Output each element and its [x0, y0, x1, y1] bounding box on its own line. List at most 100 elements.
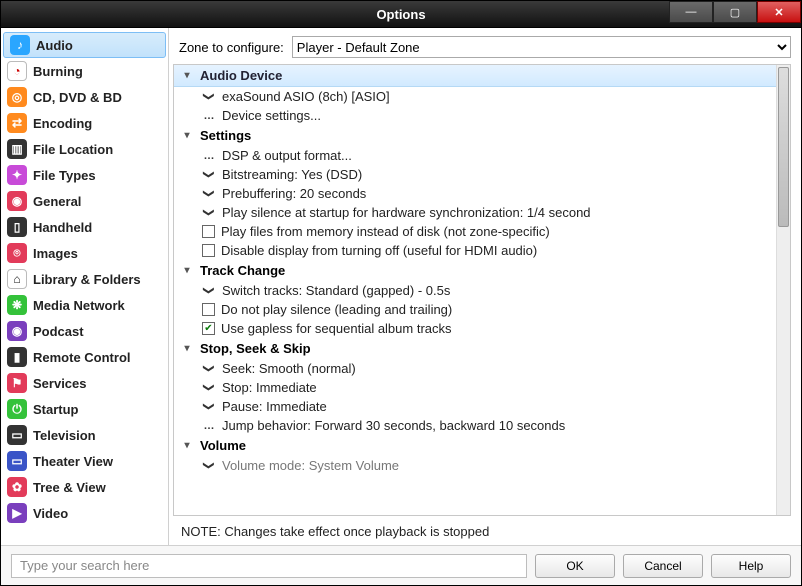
sidebar-item-label: General — [33, 194, 81, 209]
options-frame: ♪Audio◔Burning◎CD, DVD & BD ⇄ Encoding ▥ Fil… — [0, 28, 802, 586]
sidebar-item-general[interactable]: ◉ General — [1, 188, 168, 214]
sidebar-icon: ⌾ — [7, 243, 27, 263]
section-header[interactable]: ▾Track Change — [174, 260, 776, 281]
zone-label: Zone to configure: — [179, 40, 284, 55]
sidebar-item-library-folders[interactable]: ⌂Library & Folders — [1, 266, 168, 292]
checkbox[interactable]: ✔ — [202, 322, 215, 335]
ellipsis-icon: … — [202, 110, 216, 122]
search-input[interactable]: Type your search here — [11, 554, 527, 578]
help-button[interactable]: Help — [711, 554, 791, 578]
section-header[interactable]: ▾Volume — [174, 435, 776, 456]
sidebar-item-label: Tree & View — [33, 480, 106, 495]
setting-row[interactable]: ❯ Play silence at startup for hardware sy… — [174, 203, 776, 222]
maximize-button[interactable]: ▢ — [713, 1, 757, 23]
sidebar-icon: ◉ — [7, 321, 27, 341]
chevron-down-icon: ❯ — [203, 206, 216, 220]
sidebar-item-podcast[interactable]: ◉ Podcast — [1, 318, 168, 344]
setting-row[interactable]: ❯Seek: Smooth (normal) — [174, 359, 776, 378]
footer-note: NOTE: Changes take effect once playback … — [169, 520, 801, 545]
sidebar-item-label: Podcast — [33, 324, 84, 339]
setting-label: Stop: Immediate — [222, 380, 317, 395]
chevron-down-icon: ❯ — [203, 187, 216, 201]
checkbox[interactable] — [202, 303, 215, 316]
search-placeholder: Type your search here — [20, 558, 149, 573]
sidebar-icon: ◔ — [7, 61, 27, 81]
setting-row[interactable]: ❯ exaSound ASIO (8ch) [ASIO] — [174, 87, 776, 106]
section-title: Audio Device — [200, 68, 282, 83]
setting-row[interactable]: ❯Stop: Immediate — [174, 378, 776, 397]
close-button[interactable]: ✕ — [757, 1, 801, 23]
chevron-down-icon: ▾ — [180, 70, 194, 81]
setting-label: Play files from memory instead of disk (… — [221, 224, 550, 239]
setting-label: DSP & output format... — [222, 148, 352, 163]
section-title: Volume — [200, 438, 246, 453]
chevron-down-icon: ❯ — [203, 90, 216, 104]
setting-row[interactable]: ❯Switch tracks: Standard (gapped) - 0.5s — [174, 281, 776, 300]
sidebar-item-file-location[interactable]: ▥ File Location — [1, 136, 168, 162]
settings-tree[interactable]: ▾ Audio Device ❯ exaSound ASIO (8ch) [ASIO]… — [174, 65, 776, 515]
setting-row[interactable]: Disable display from turning off (useful… — [174, 241, 776, 260]
chevron-down-icon: ❯ — [203, 459, 216, 473]
sidebar-item-file-types[interactable]: ✦ File Types — [1, 162, 168, 188]
sidebar-item-audio[interactable]: ♪Audio — [3, 32, 166, 58]
sidebar-item-label: Audio — [36, 38, 73, 53]
sidebar-item-images[interactable]: ⌾Images — [1, 240, 168, 266]
sidebar-item-theater-view[interactable]: ▭Theater View — [1, 448, 168, 474]
setting-row[interactable]: …DSP & output format... — [174, 146, 776, 165]
sidebar-item-burning[interactable]: ◔Burning — [1, 58, 168, 84]
sidebar-icon: ▥ — [7, 139, 27, 159]
chevron-down-icon: ▾ — [180, 343, 194, 354]
minimize-button[interactable]: — — [669, 1, 713, 23]
sidebar-item-startup[interactable]: ⏻Startup — [1, 396, 168, 422]
ok-button[interactable]: OK — [535, 554, 615, 578]
setting-label: Seek: Smooth (normal) — [222, 361, 356, 376]
section-header[interactable]: ▾Stop, Seek & Skip — [174, 338, 776, 359]
setting-row[interactable]: ❯Pause: Immediate — [174, 397, 776, 416]
vertical-scrollbar[interactable] — [776, 65, 790, 515]
section-header[interactable]: ▾Settings — [174, 125, 776, 146]
sidebar-item-tree-view[interactable]: ✿Tree & View — [1, 474, 168, 500]
chevron-down-icon: ▾ — [180, 265, 194, 276]
sidebar-icon: ◉ — [7, 191, 27, 211]
sidebar-item-label: Television — [33, 428, 96, 443]
setting-row[interactable]: …Jump behavior: Forward 30 seconds, back… — [174, 416, 776, 435]
sidebar-item-media-network[interactable]: ❋Media Network — [1, 292, 168, 318]
sidebar-item-label: File Location — [33, 142, 113, 157]
sidebar-icon: ✦ — [7, 165, 27, 185]
scroll-thumb[interactable] — [778, 67, 789, 227]
checkbox[interactable] — [202, 244, 215, 257]
sidebar-item-remote-control[interactable]: ▮Remote Control — [1, 344, 168, 370]
setting-row[interactable]: ❯Bitstreaming: Yes (DSD) — [174, 165, 776, 184]
sidebar-item-cd-dvd-bd[interactable]: ◎CD, DVD & BD — [1, 84, 168, 110]
setting-label: Play silence at startup for hardware syn… — [222, 205, 591, 220]
zone-select[interactable]: Player - Default Zone — [292, 36, 791, 58]
sidebar-icon: ▶ — [7, 503, 27, 523]
setting-row[interactable]: Do not play silence (leading and trailin… — [174, 300, 776, 319]
sidebar-item-label: Encoding — [33, 116, 92, 131]
sidebar-item-handheld[interactable]: ▯Handheld — [1, 214, 168, 240]
setting-label: Bitstreaming: Yes (DSD) — [222, 167, 362, 182]
setting-row[interactable]: ❯Prebuffering: 20 seconds — [174, 184, 776, 203]
checkbox[interactable] — [202, 225, 215, 238]
sidebar-item-video[interactable]: ▶Video — [1, 500, 168, 526]
sidebar-item-label: Library & Folders — [33, 272, 141, 287]
setting-row[interactable]: …Device settings... — [174, 106, 776, 125]
sidebar-item-services[interactable]: ⚑Services — [1, 370, 168, 396]
sidebar-item-television[interactable]: ▭ Television — [1, 422, 168, 448]
sidebar-item-encoding[interactable]: ⇄ Encoding — [1, 110, 168, 136]
sidebar-icon: ▭ — [7, 425, 27, 445]
setting-row[interactable]: ❯Volume mode: System Volume — [174, 456, 776, 475]
setting-row[interactable]: Play files from memory instead of disk (… — [174, 222, 776, 241]
sidebar-item-label: Startup — [33, 402, 79, 417]
setting-label: Switch tracks: Standard (gapped) - 0.5s — [222, 283, 450, 298]
setting-label: exaSound ASIO (8ch) [ASIO] — [222, 89, 390, 104]
sidebar-icon: ▮ — [7, 347, 27, 367]
sidebar-icon: ⇄ — [7, 113, 27, 133]
cancel-button[interactable]: Cancel — [623, 554, 703, 578]
sidebar-item-label: File Types — [33, 168, 96, 183]
ellipsis-icon: … — [202, 420, 216, 432]
titlebar: Options — ▢ ✕ — [0, 0, 802, 28]
section-header[interactable]: ▾ Audio Device — [174, 65, 776, 87]
setting-row[interactable]: ✔Use gapless for sequential album tracks — [174, 319, 776, 338]
settings-tree-wrap: ▾ Audio Device ❯ exaSound ASIO (8ch) [ASIO]… — [173, 64, 791, 516]
